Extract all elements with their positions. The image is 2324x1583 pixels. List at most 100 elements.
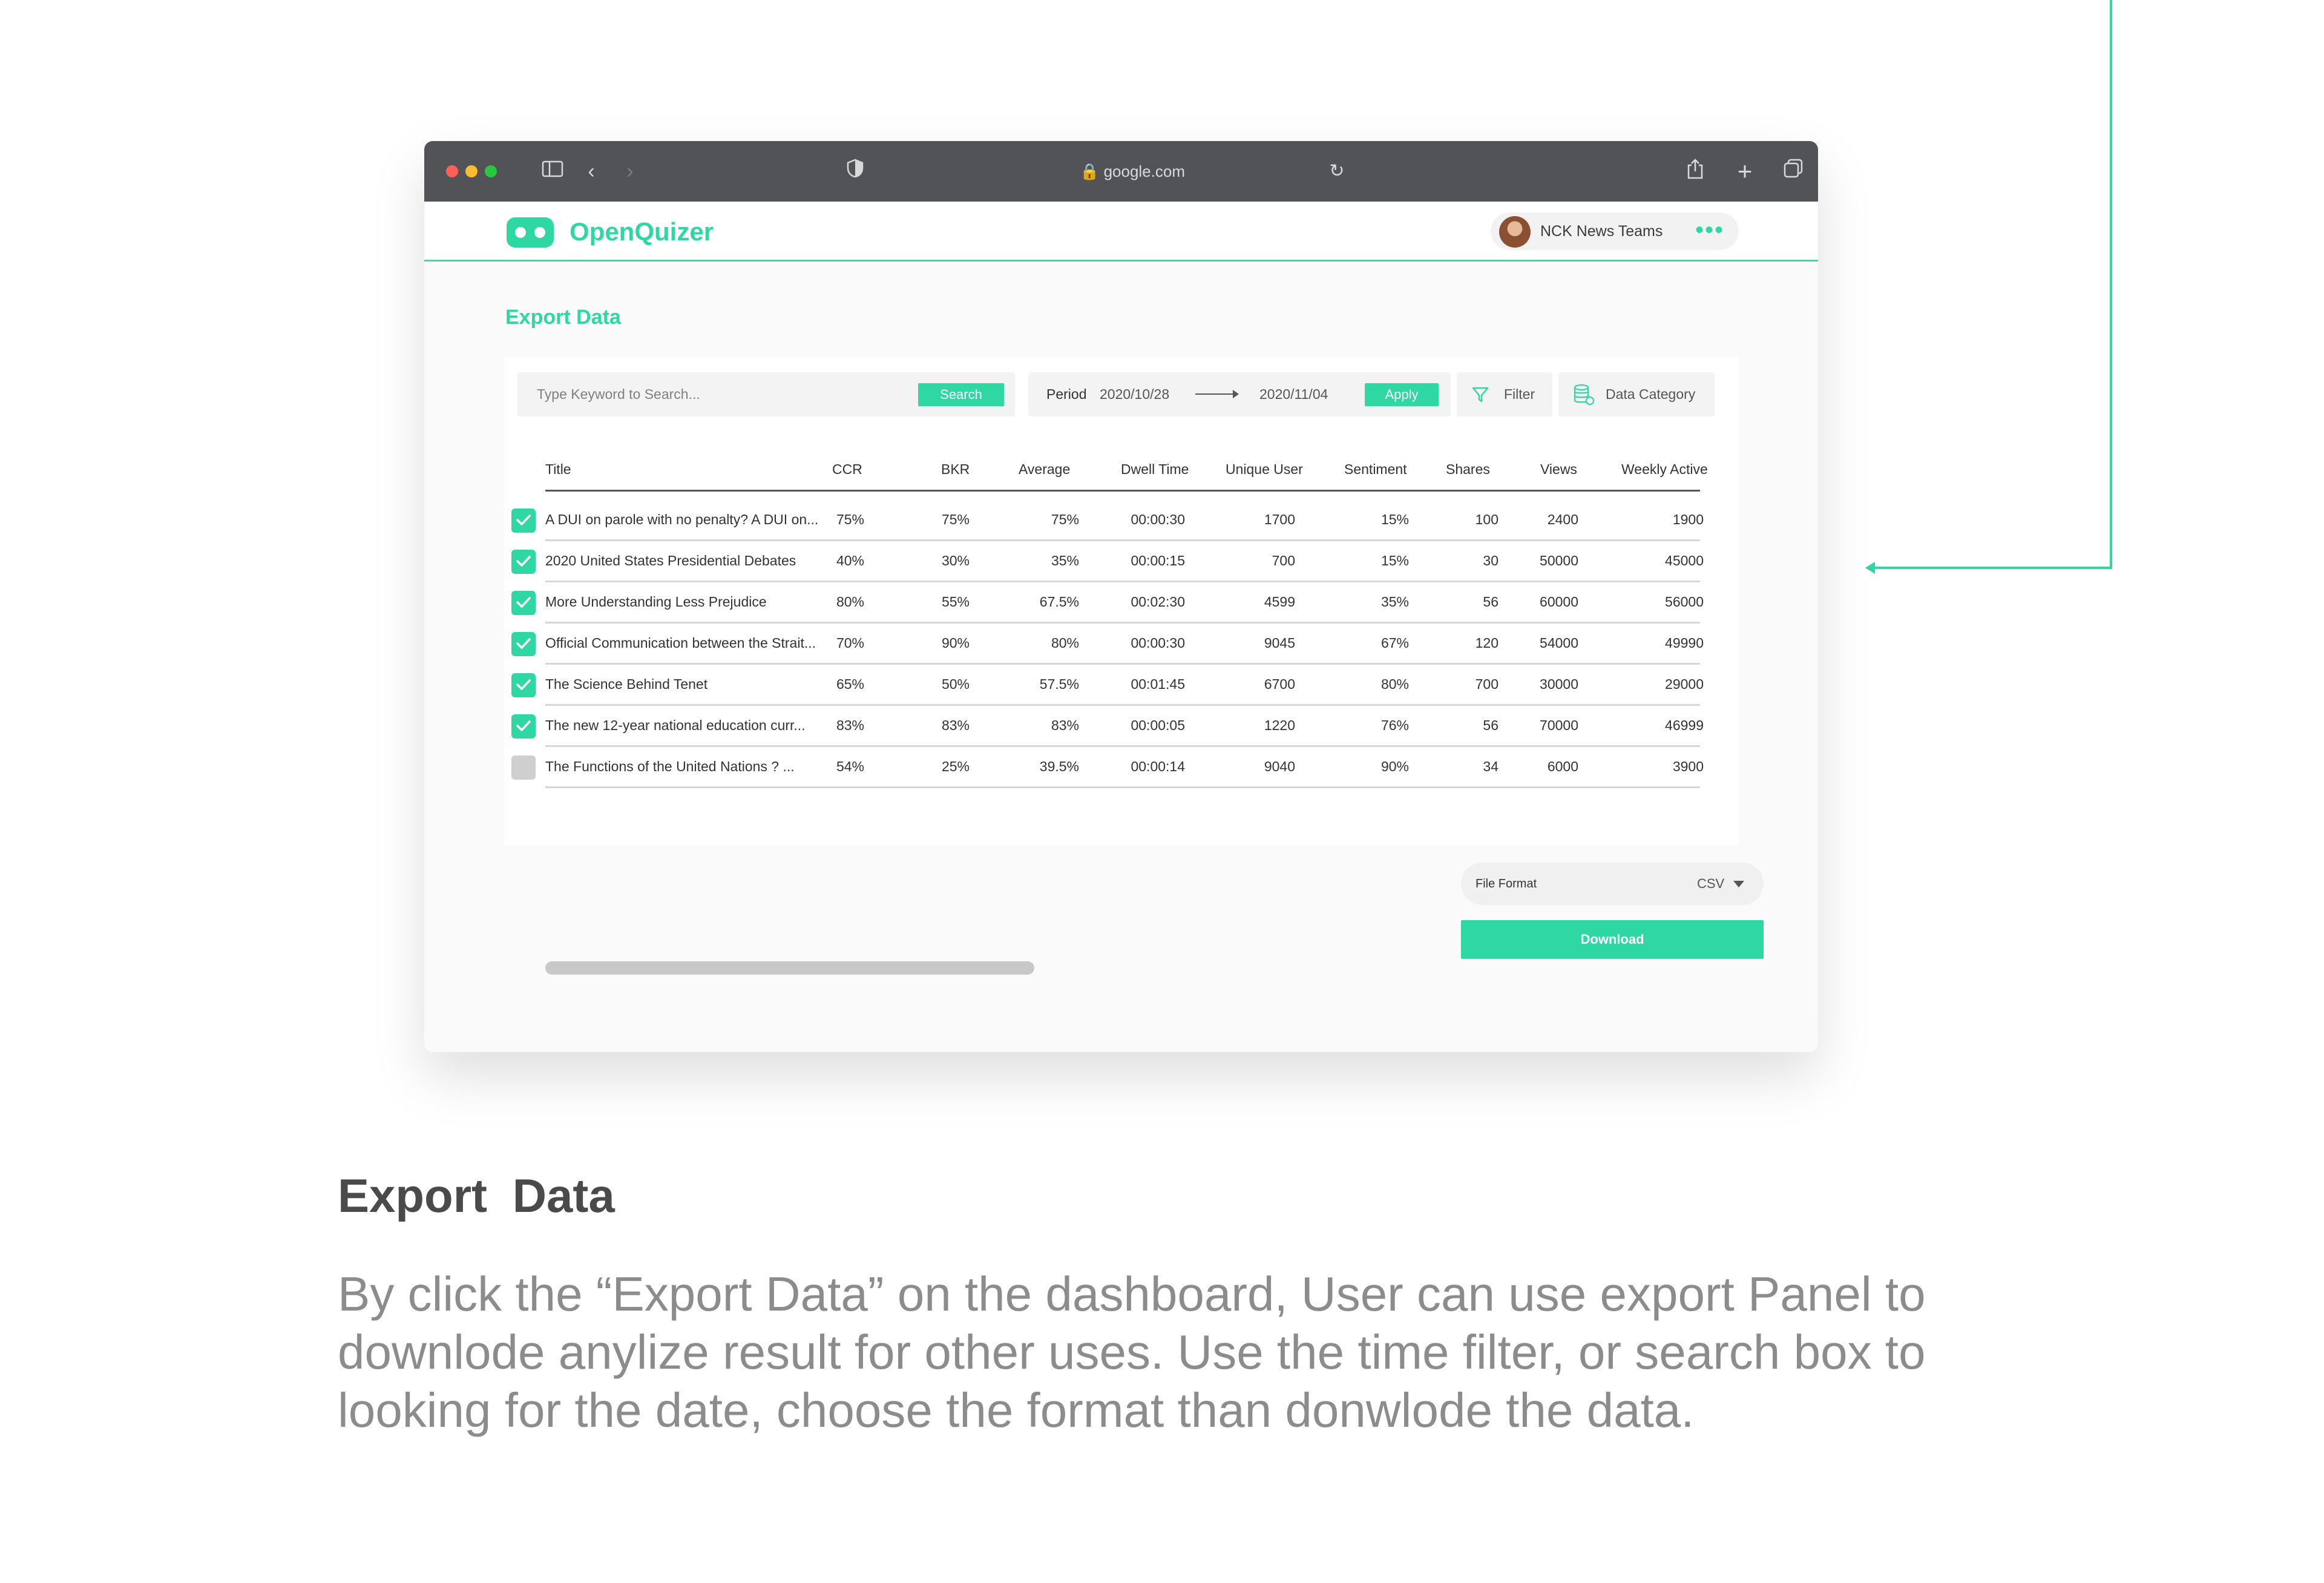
period-end-date[interactable]: 2020/11/04 (1259, 372, 1328, 416)
download-button[interactable]: Download (1461, 920, 1764, 959)
column-header-title[interactable]: Title (545, 461, 571, 478)
header-divider (545, 490, 1700, 492)
search-box[interactable]: Type Keyword to Search... Search (517, 372, 1015, 416)
row-checkbox[interactable] (511, 673, 536, 697)
export-panel: Type Keyword to Search... Search Period … (504, 357, 1739, 975)
row-checkbox[interactable] (511, 632, 536, 656)
cell-weekly-active: 3900 (1672, 759, 1704, 774)
cell-dwell-time: 00:00:15 (1131, 553, 1185, 568)
row-checkbox[interactable] (511, 508, 536, 533)
openquizer-logo-icon[interactable] (507, 217, 554, 248)
sidebar-icon[interactable] (539, 158, 566, 185)
cell-weekly-active: 46999 (1665, 717, 1704, 733)
new-tab-icon[interactable]: + (1733, 158, 1757, 185)
cell-views: 30000 (1540, 676, 1578, 692)
tab-overview-icon[interactable] (1781, 158, 1805, 185)
column-header-average[interactable]: Average (1019, 461, 1070, 478)
column-header-sentiment[interactable]: Sentiment (1344, 461, 1407, 478)
cell-bkr: 30% (941, 553, 970, 568)
table-row[interactable]: More Understanding Less Prejudice 80% 55% 6… (504, 582, 1739, 624)
connector-line-horizontal (1873, 567, 2112, 569)
data-category-label: Data Category (1606, 386, 1696, 402)
table-row[interactable]: Official Communication between the Strai… (504, 624, 1739, 665)
app-name[interactable]: OpenQuizer (570, 215, 714, 249)
row-checkbox[interactable] (511, 550, 536, 574)
cell-views: 70000 (1540, 717, 1578, 733)
search-input[interactable]: Type Keyword to Search... (537, 372, 700, 416)
cell-bkr: 90% (941, 635, 970, 651)
address-bar[interactable]: 🔒 google.com (1060, 158, 1205, 185)
cell-weekly-active: 49990 (1665, 635, 1704, 651)
cell-weekly-active: 45000 (1665, 553, 1704, 568)
cell-weekly-active: 29000 (1665, 676, 1704, 692)
column-header-unique-user[interactable]: Unique User (1226, 461, 1303, 478)
table-row[interactable]: A DUI on parole with no penalty? A DUI o… (504, 500, 1739, 541)
row-checkbox[interactable] (511, 755, 536, 780)
horizontal-scrollbar[interactable] (545, 961, 1034, 975)
cell-ccr: 54% (836, 759, 864, 774)
file-format-label: File Format (1475, 877, 1537, 890)
cell-ccr: 70% (836, 635, 864, 651)
cell-average: 75% (1051, 512, 1079, 527)
row-checkbox[interactable] (511, 591, 536, 615)
cell-ccr: 75% (836, 512, 864, 527)
cell-bkr: 83% (941, 717, 970, 733)
filter-button[interactable]: Filter (1457, 372, 1552, 416)
column-header-dwell-time[interactable]: Dwell Time (1121, 461, 1189, 478)
cell-views: 50000 (1540, 553, 1578, 568)
cell-views: 54000 (1540, 635, 1578, 651)
cell-dwell-time: 00:00:30 (1131, 512, 1185, 527)
cell-average: 57.5% (1039, 676, 1079, 692)
cell-bkr: 50% (941, 676, 970, 692)
column-header-bkr[interactable]: BKR (941, 461, 970, 478)
cell-average: 83% (1051, 717, 1079, 733)
avatar (1499, 216, 1531, 248)
column-header-ccr[interactable]: CCR (832, 461, 862, 478)
reload-icon[interactable]: ↻ (1326, 158, 1348, 185)
cell-bkr: 25% (941, 759, 970, 774)
arrow-right-icon (1195, 390, 1239, 398)
browser-window: ‹ › 🔒 google.com ↻ + OpenQuizer NCK News… (424, 141, 1818, 1052)
caption-title: Export Data (338, 1169, 615, 1222)
row-divider (545, 786, 1700, 788)
cell-average: 35% (1051, 553, 1079, 568)
column-header-weekly-active[interactable]: Weekly Active (1621, 461, 1708, 478)
cell-unique-user: 1700 (1264, 512, 1295, 527)
url-text: google.com (1103, 162, 1186, 180)
close-window-button[interactable] (446, 165, 458, 177)
period-start-date[interactable]: 2020/10/28 (1100, 372, 1169, 416)
apply-button[interactable]: Apply (1365, 383, 1439, 406)
minimize-window-button[interactable] (465, 165, 478, 177)
cell-dwell-time: 00:00:14 (1131, 759, 1185, 774)
cell-unique-user: 700 (1272, 553, 1295, 568)
privacy-shield-icon[interactable] (842, 158, 868, 185)
cell-bkr: 55% (941, 594, 970, 610)
cell-dwell-time: 00:00:05 (1131, 717, 1185, 733)
column-header-views[interactable]: Views (1540, 461, 1577, 478)
data-category-button[interactable]: Data Category (1558, 372, 1715, 416)
cell-weekly-active: 56000 (1665, 594, 1704, 610)
table-row[interactable]: The Science Behind Tenet 65% 50% 57.5% 00:01… (504, 665, 1739, 706)
row-checkbox[interactable] (511, 714, 536, 739)
share-icon[interactable] (1683, 158, 1707, 185)
table-row[interactable]: The Functions of the United Nations ? ..… (504, 747, 1739, 788)
file-format-value: CSV (1697, 876, 1725, 891)
table-row[interactable]: The new 12-year national education curr.… (504, 706, 1739, 747)
cell-unique-user: 6700 (1264, 676, 1295, 692)
back-icon[interactable]: ‹ (580, 158, 602, 185)
cell-ccr: 65% (836, 676, 864, 692)
caption-body: By click the “Export Data” on the dashbo… (338, 1267, 1926, 1437)
column-header-shares[interactable]: Shares (1446, 461, 1490, 478)
cell-views: 2400 (1547, 512, 1578, 527)
browser-toolbar: ‹ › 🔒 google.com ↻ + (424, 141, 1818, 202)
file-format-select[interactable]: File Format CSV (1461, 863, 1764, 905)
cell-dwell-time: 00:01:45 (1131, 676, 1185, 692)
forward-icon[interactable]: › (619, 158, 641, 185)
user-menu[interactable]: NCK News Teams ••• (1491, 212, 1739, 250)
ellipsis-icon[interactable]: ••• (1695, 215, 1724, 245)
search-button[interactable]: Search (918, 383, 1004, 406)
period-label: Period (1046, 386, 1087, 402)
zoom-window-button[interactable] (485, 165, 497, 177)
cell-ccr: 40% (836, 553, 864, 568)
table-row[interactable]: 2020 United States Presidential Debates 4… (504, 541, 1739, 582)
